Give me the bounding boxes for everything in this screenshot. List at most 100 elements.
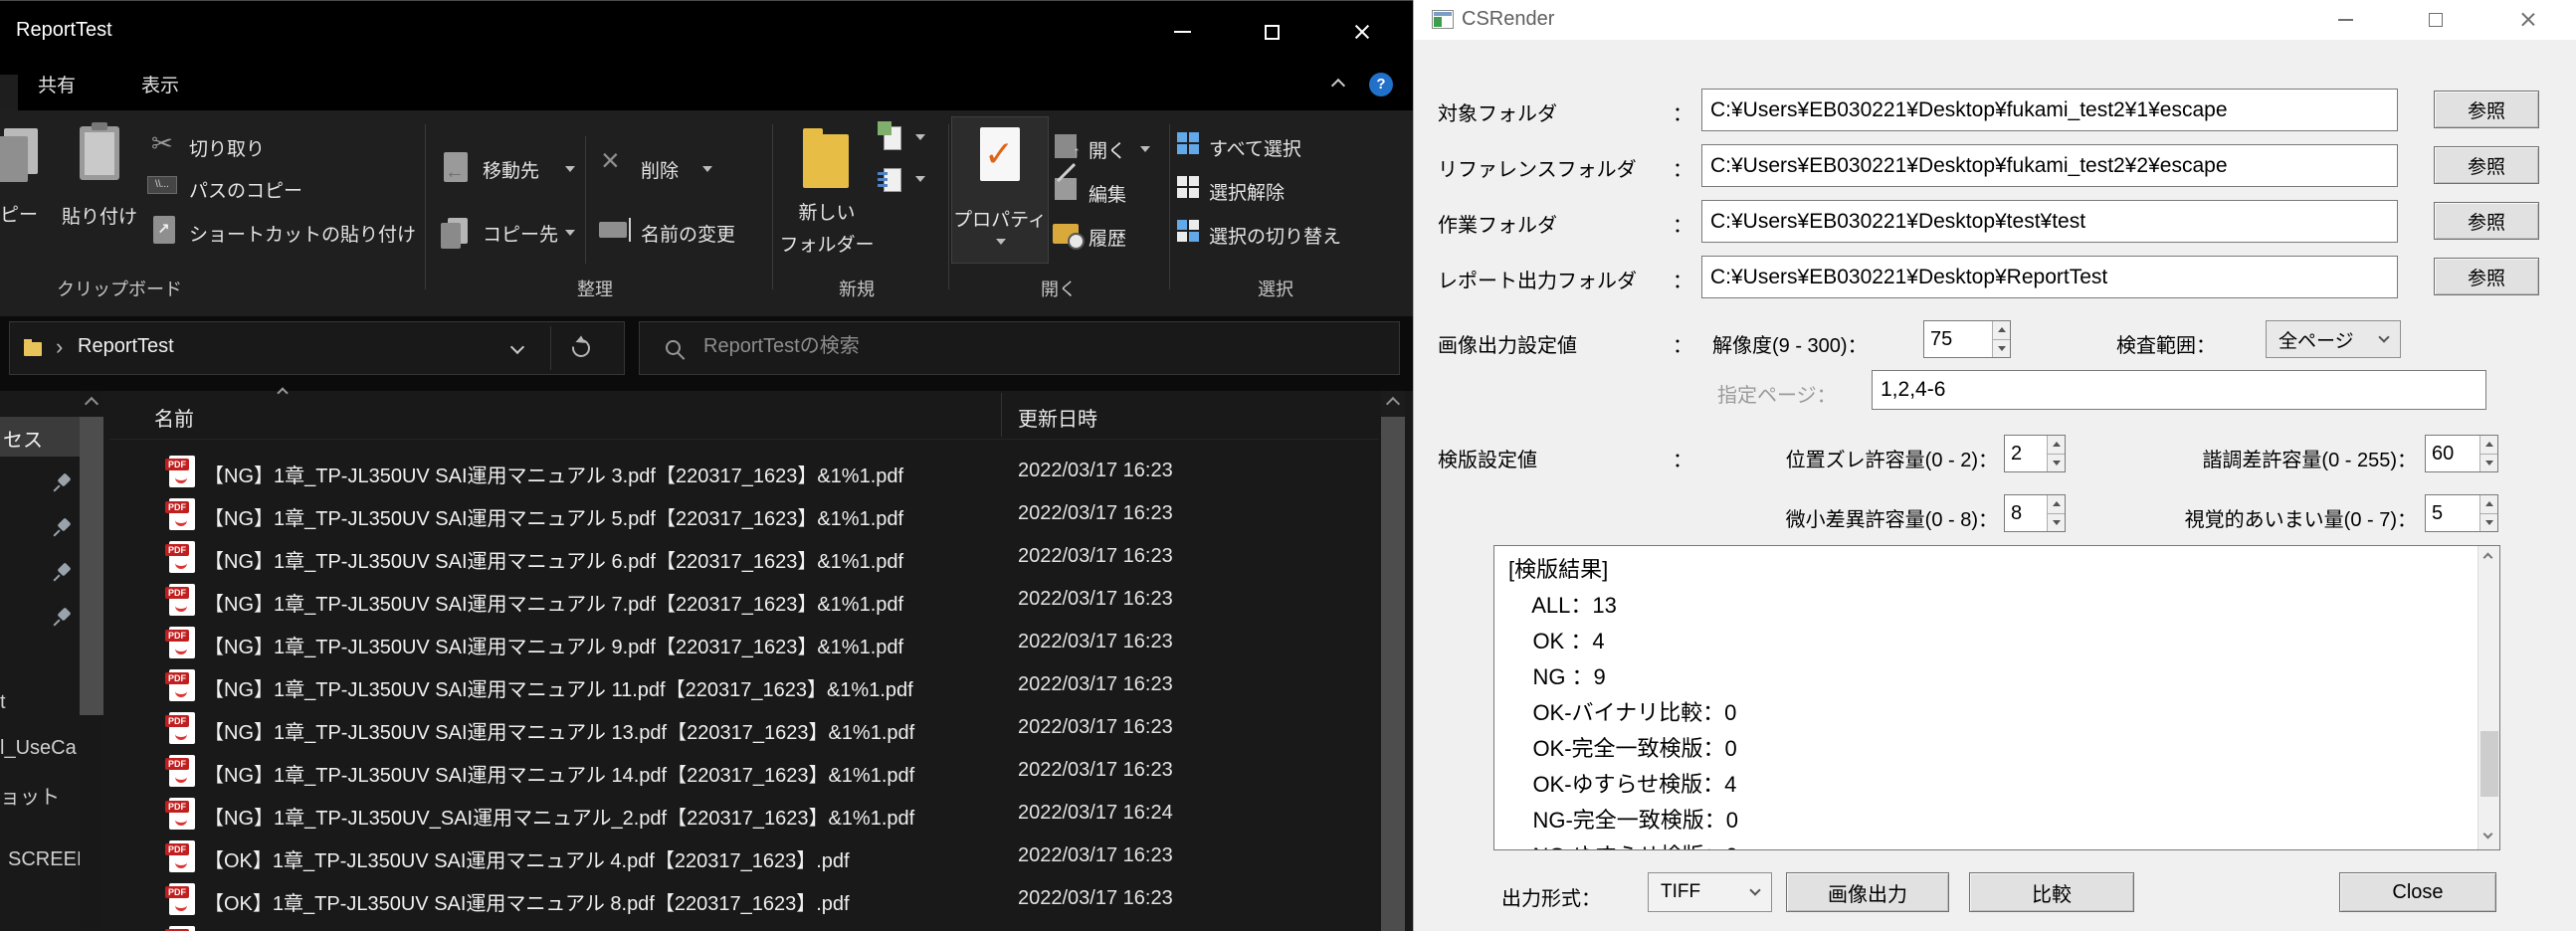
delete-button[interactable]: 削除 xyxy=(641,156,679,183)
table-row[interactable]: 【NG】1章_TP-JL350UV SAI運用マニュアル 14.pdf【2203… xyxy=(109,750,1379,793)
results-scrollbar[interactable] xyxy=(2477,546,2499,849)
table-row[interactable]: 【NG】1章_TP-JL350UV SAI運用マニュアル 11.pdf【2203… xyxy=(109,664,1379,707)
paste-button[interactable]: 貼り付け xyxy=(52,202,147,229)
paste-shortcut-button[interactable]: ショートカットの貼り付け xyxy=(189,220,416,247)
move-to-dropdown-icon[interactable] xyxy=(565,166,575,172)
sidebar-item[interactable]: SCREEI xyxy=(8,848,82,871)
file-list-scrollbar[interactable] xyxy=(1381,391,1405,931)
collapse-ribbon-icon[interactable] xyxy=(1331,79,1345,93)
spin-up-button[interactable] xyxy=(2048,495,2065,514)
address-bar[interactable]: › ReportTest xyxy=(9,321,625,375)
minimize-button[interactable] xyxy=(1146,1,1218,63)
copy-to-dropdown-icon[interactable] xyxy=(565,230,575,236)
column-header-modified[interactable]: 更新日時 xyxy=(1018,403,1097,432)
new-folder-button[interactable]: 新しい xyxy=(772,198,882,225)
sidebar-item[interactable]: ョット xyxy=(0,781,60,810)
minor-diff-tolerance-input[interactable] xyxy=(2005,495,2046,531)
table-row[interactable]: 【OK】1章_TP-JL350UV SAI運用マニュアル 10.pdf【2203… xyxy=(109,921,1379,931)
browse-button-work[interactable]: 参照 xyxy=(2434,202,2539,240)
history-button[interactable]: 履歴 xyxy=(1089,224,1126,251)
browse-button-target[interactable]: 参照 xyxy=(2434,91,2539,128)
position-tolerance-input[interactable] xyxy=(2005,436,2046,471)
spin-up-button[interactable] xyxy=(1993,321,2010,340)
table-row[interactable]: 【NG】1章_TP-JL350UV SAI運用マニュアル 7.pdf【22031… xyxy=(109,579,1379,622)
new-folder-button-line2[interactable]: フォルダー xyxy=(772,230,882,257)
visual-ambiguity-input[interactable] xyxy=(2426,495,2478,531)
target-folder-input[interactable] xyxy=(1701,89,2398,131)
image-output-button[interactable]: 画像出力 xyxy=(1786,872,1949,912)
copy-button-label[interactable]: ピー xyxy=(0,200,38,227)
maximize-button[interactable] xyxy=(2406,0,2466,40)
browse-button-report[interactable]: 参照 xyxy=(2434,258,2539,295)
minor-diff-tolerance-stepper[interactable] xyxy=(2004,494,2066,532)
help-icon[interactable]: ? xyxy=(1369,73,1393,96)
spin-down-button[interactable] xyxy=(2048,455,2065,472)
table-row[interactable]: 【OK】1章_TP-JL350UV SAI運用マニュアル 4.pdf【22031… xyxy=(109,836,1379,878)
spin-down-button[interactable] xyxy=(2048,514,2065,532)
table-row[interactable]: 【NG】1章_TP-JL350UV SAI運用マニュアル 9.pdf【22031… xyxy=(109,622,1379,664)
inspection-results-box[interactable]: [検版結果] ALL：13 OK ：4 NG ：9 OK-バイナリ比較：0 OK… xyxy=(1493,545,2500,850)
spin-up-button[interactable] xyxy=(2480,495,2497,514)
close-button[interactable] xyxy=(2498,0,2558,40)
scrollbar-thumb[interactable] xyxy=(2480,731,2498,797)
new-item-icon[interactable] xyxy=(884,126,901,150)
spin-up-button[interactable] xyxy=(2480,436,2497,455)
rename-button[interactable]: 名前の変更 xyxy=(641,220,735,247)
scope-select[interactable]: 全ページ xyxy=(2266,320,2401,358)
address-dropdown-icon[interactable] xyxy=(510,340,524,354)
spin-down-button[interactable] xyxy=(2480,455,2497,472)
properties-button[interactable]: プロパティ xyxy=(951,116,1049,264)
resolution-input[interactable] xyxy=(1924,321,1991,357)
visual-ambiguity-stepper[interactable] xyxy=(2425,494,2498,532)
search-box[interactable] xyxy=(639,321,1400,375)
copy-to-button[interactable]: コピー先 xyxy=(483,220,558,247)
sidebar-item[interactable]: l_UseCa xyxy=(0,737,77,760)
clear-selection-button[interactable]: 選択解除 xyxy=(1209,178,1285,205)
move-to-button[interactable]: 移動先 xyxy=(483,156,539,183)
spin-down-button[interactable] xyxy=(1993,340,2010,358)
search-input[interactable] xyxy=(701,334,1358,359)
browse-button-reference[interactable]: 参照 xyxy=(2434,146,2539,184)
cut-button[interactable]: 切り取り xyxy=(189,134,265,161)
sidebar-scrollbar[interactable] xyxy=(80,391,103,931)
column-divider[interactable] xyxy=(1001,393,1002,437)
table-row[interactable]: 【OK】1章_TP-JL350UV SAI運用マニュアル 8.pdf【22031… xyxy=(109,878,1379,921)
new-item-dropdown-icon[interactable] xyxy=(915,134,925,140)
breadcrumb[interactable]: ReportTest xyxy=(78,335,174,358)
close-button[interactable] xyxy=(1326,1,1398,63)
properties-dropdown-icon[interactable] xyxy=(996,239,1006,245)
table-row[interactable]: 【NG】1章_TP-JL350UV_SAI運用マニュアル_2.pdf【22031… xyxy=(109,793,1379,836)
position-tolerance-stepper[interactable] xyxy=(2004,435,2066,472)
reference-folder-input[interactable] xyxy=(1701,144,2398,187)
spin-up-button[interactable] xyxy=(2048,436,2065,455)
copy-path-button[interactable]: パスのコピー xyxy=(189,176,302,203)
close-dialog-button[interactable]: Close xyxy=(2339,872,2496,912)
table-row[interactable]: 【NG】1章_TP-JL350UV SAI運用マニュアル 13.pdf【2203… xyxy=(109,707,1379,750)
maximize-button[interactable] xyxy=(1236,1,1307,63)
easy-access-icon[interactable] xyxy=(884,168,901,192)
sidebar-item-quick-access[interactable]: セス xyxy=(0,417,80,457)
spin-down-button[interactable] xyxy=(2480,514,2497,532)
tab-share[interactable]: 共有 xyxy=(28,63,86,110)
easy-access-dropdown-icon[interactable] xyxy=(915,176,925,182)
invert-selection-button[interactable]: 選択の切り替え xyxy=(1209,222,1341,249)
scroll-up-icon[interactable] xyxy=(1386,397,1400,411)
select-all-button[interactable]: すべて選択 xyxy=(1209,134,1301,161)
compare-button[interactable]: 比較 xyxy=(1969,872,2134,912)
tone-tolerance-input[interactable] xyxy=(2426,436,2478,471)
work-folder-input[interactable] xyxy=(1701,200,2398,243)
new-folder-icon[interactable] xyxy=(803,128,849,188)
scrollbar-thumb[interactable] xyxy=(1381,417,1405,931)
tab-view[interactable]: 表示 xyxy=(131,63,189,110)
table-row[interactable]: 【NG】1章_TP-JL350UV SAI運用マニュアル 5.pdf【22031… xyxy=(109,493,1379,536)
scroll-up-icon[interactable] xyxy=(2483,553,2493,563)
column-header-name[interactable]: 名前 xyxy=(154,403,194,432)
delete-dropdown-icon[interactable] xyxy=(702,166,712,172)
scroll-up-icon[interactable] xyxy=(85,397,99,411)
edit-button[interactable]: 編集 xyxy=(1089,180,1126,207)
pages-input[interactable] xyxy=(1872,370,2486,410)
table-row[interactable]: 【NG】1章_TP-JL350UV SAI運用マニュアル 6.pdf【22031… xyxy=(109,536,1379,579)
paste-icon[interactable] xyxy=(80,126,119,180)
scroll-down-icon[interactable] xyxy=(2483,830,2493,839)
output-format-select[interactable]: TIFF xyxy=(1648,872,1772,912)
